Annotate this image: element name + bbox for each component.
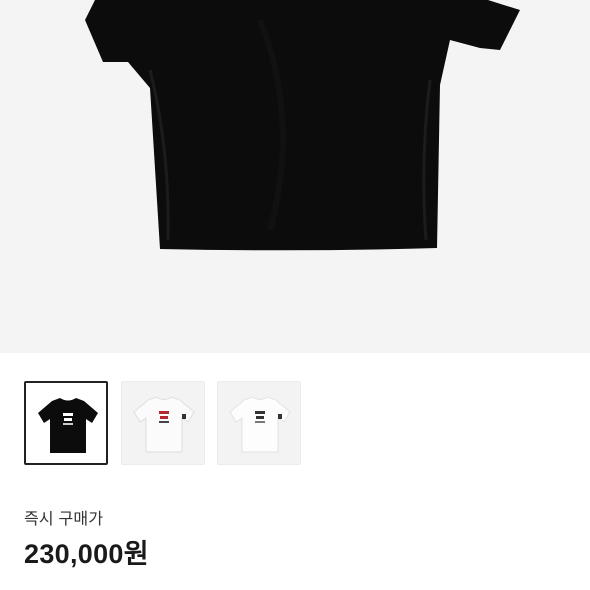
thumbnail-white-tshirt[interactable] bbox=[217, 381, 301, 465]
thumbnail-white-tshirt-red-logo[interactable] bbox=[121, 381, 205, 465]
white-tshirt-thumb-image bbox=[133, 396, 195, 453]
thumbnail-strip bbox=[24, 381, 590, 467]
instant-buy-price-value: 230,000원 bbox=[24, 539, 149, 569]
product-main-image[interactable] bbox=[0, 0, 590, 353]
black-tshirt-thumb-image bbox=[38, 398, 98, 453]
white-tshirt-thumb-image-2 bbox=[229, 396, 291, 453]
black-tshirt-image bbox=[85, 0, 520, 251]
thumbnail-black-tshirt[interactable] bbox=[24, 381, 108, 465]
instant-buy-price-label: 즉시 구매가 bbox=[24, 511, 104, 528]
